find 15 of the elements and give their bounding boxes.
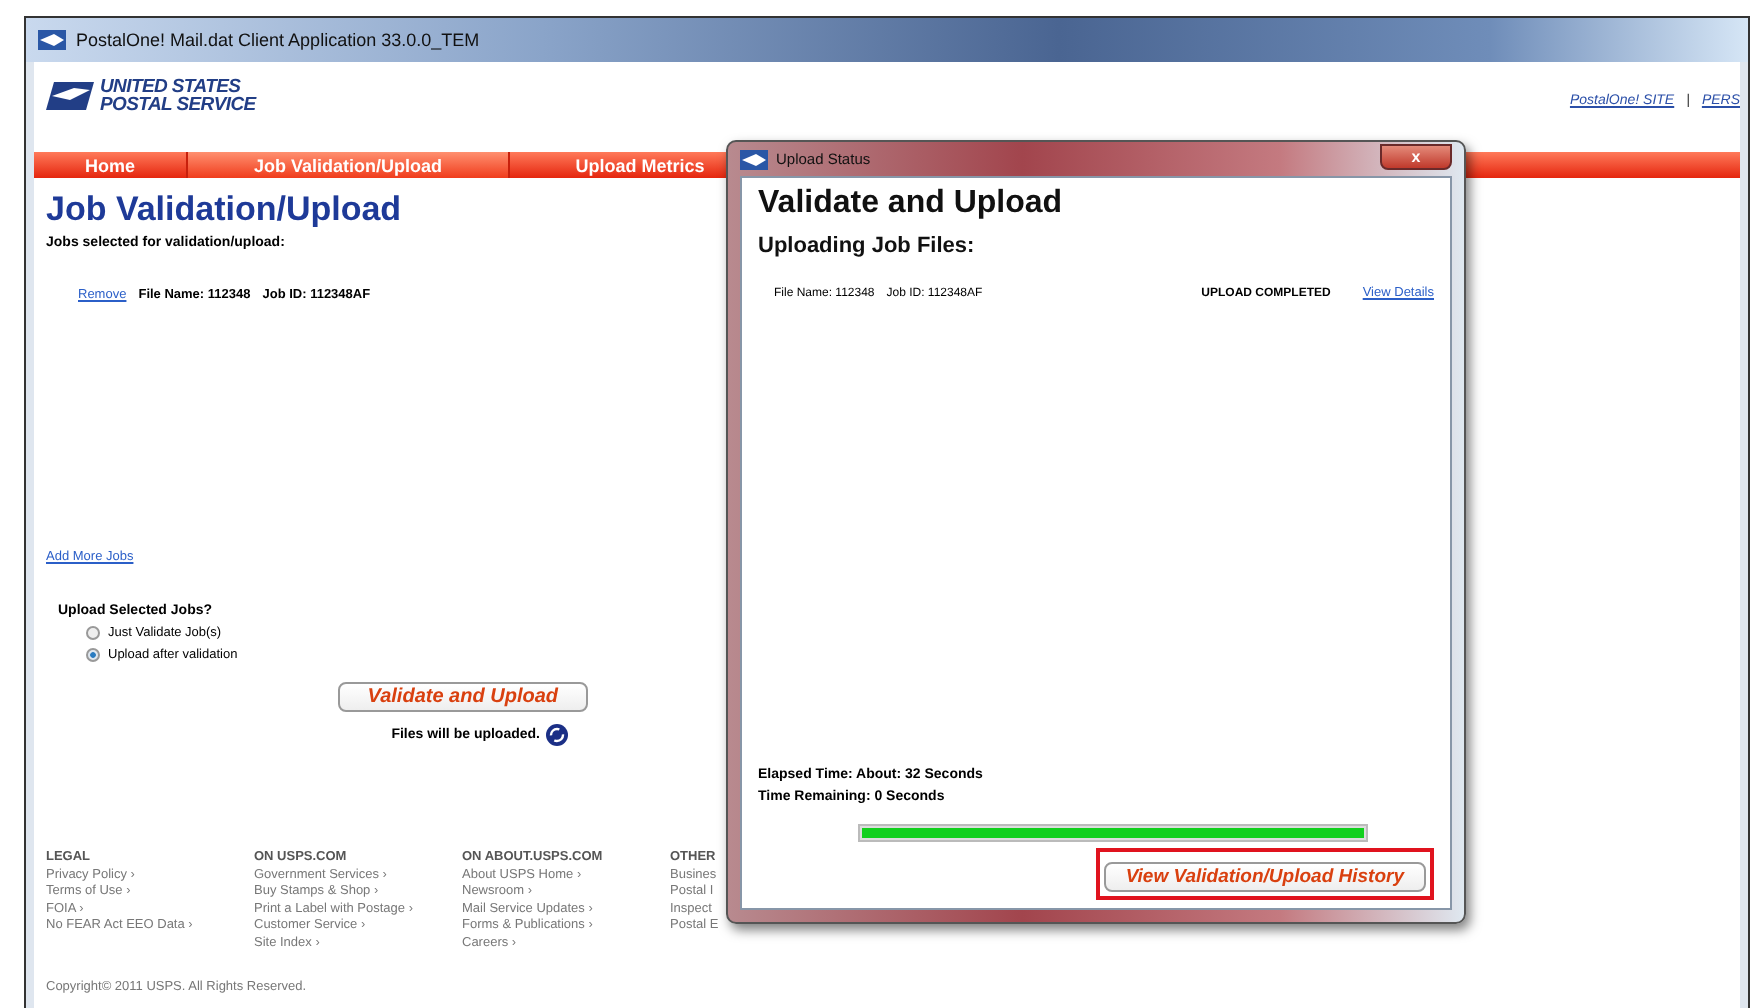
eagle-logo-icon (46, 78, 94, 114)
dialog-subheading: Uploading Job Files: (758, 234, 977, 258)
history-button[interactable]: View Validation/Upload History (1103, 862, 1426, 892)
radio-button[interactable] (86, 626, 100, 640)
page-title: Job Validation/Upload (46, 190, 402, 230)
dialog-heading: Validate and Upload (758, 186, 1065, 222)
close-button[interactable]: x (1380, 144, 1452, 170)
logo-text: UNITED STATES POSTAL SERVICE (100, 78, 256, 114)
validate-upload-button[interactable]: Validate and Upload (337, 682, 588, 712)
window-title: PostalOne! Mail.dat Client Application 33.0.0_TEM (76, 30, 480, 50)
envelope-icon (740, 149, 768, 169)
radio-button[interactable] (86, 648, 100, 662)
nav-tab[interactable]: Job Validation/Upload (188, 152, 510, 178)
envelope-icon (38, 30, 66, 50)
help-icon[interactable] (546, 724, 568, 746)
